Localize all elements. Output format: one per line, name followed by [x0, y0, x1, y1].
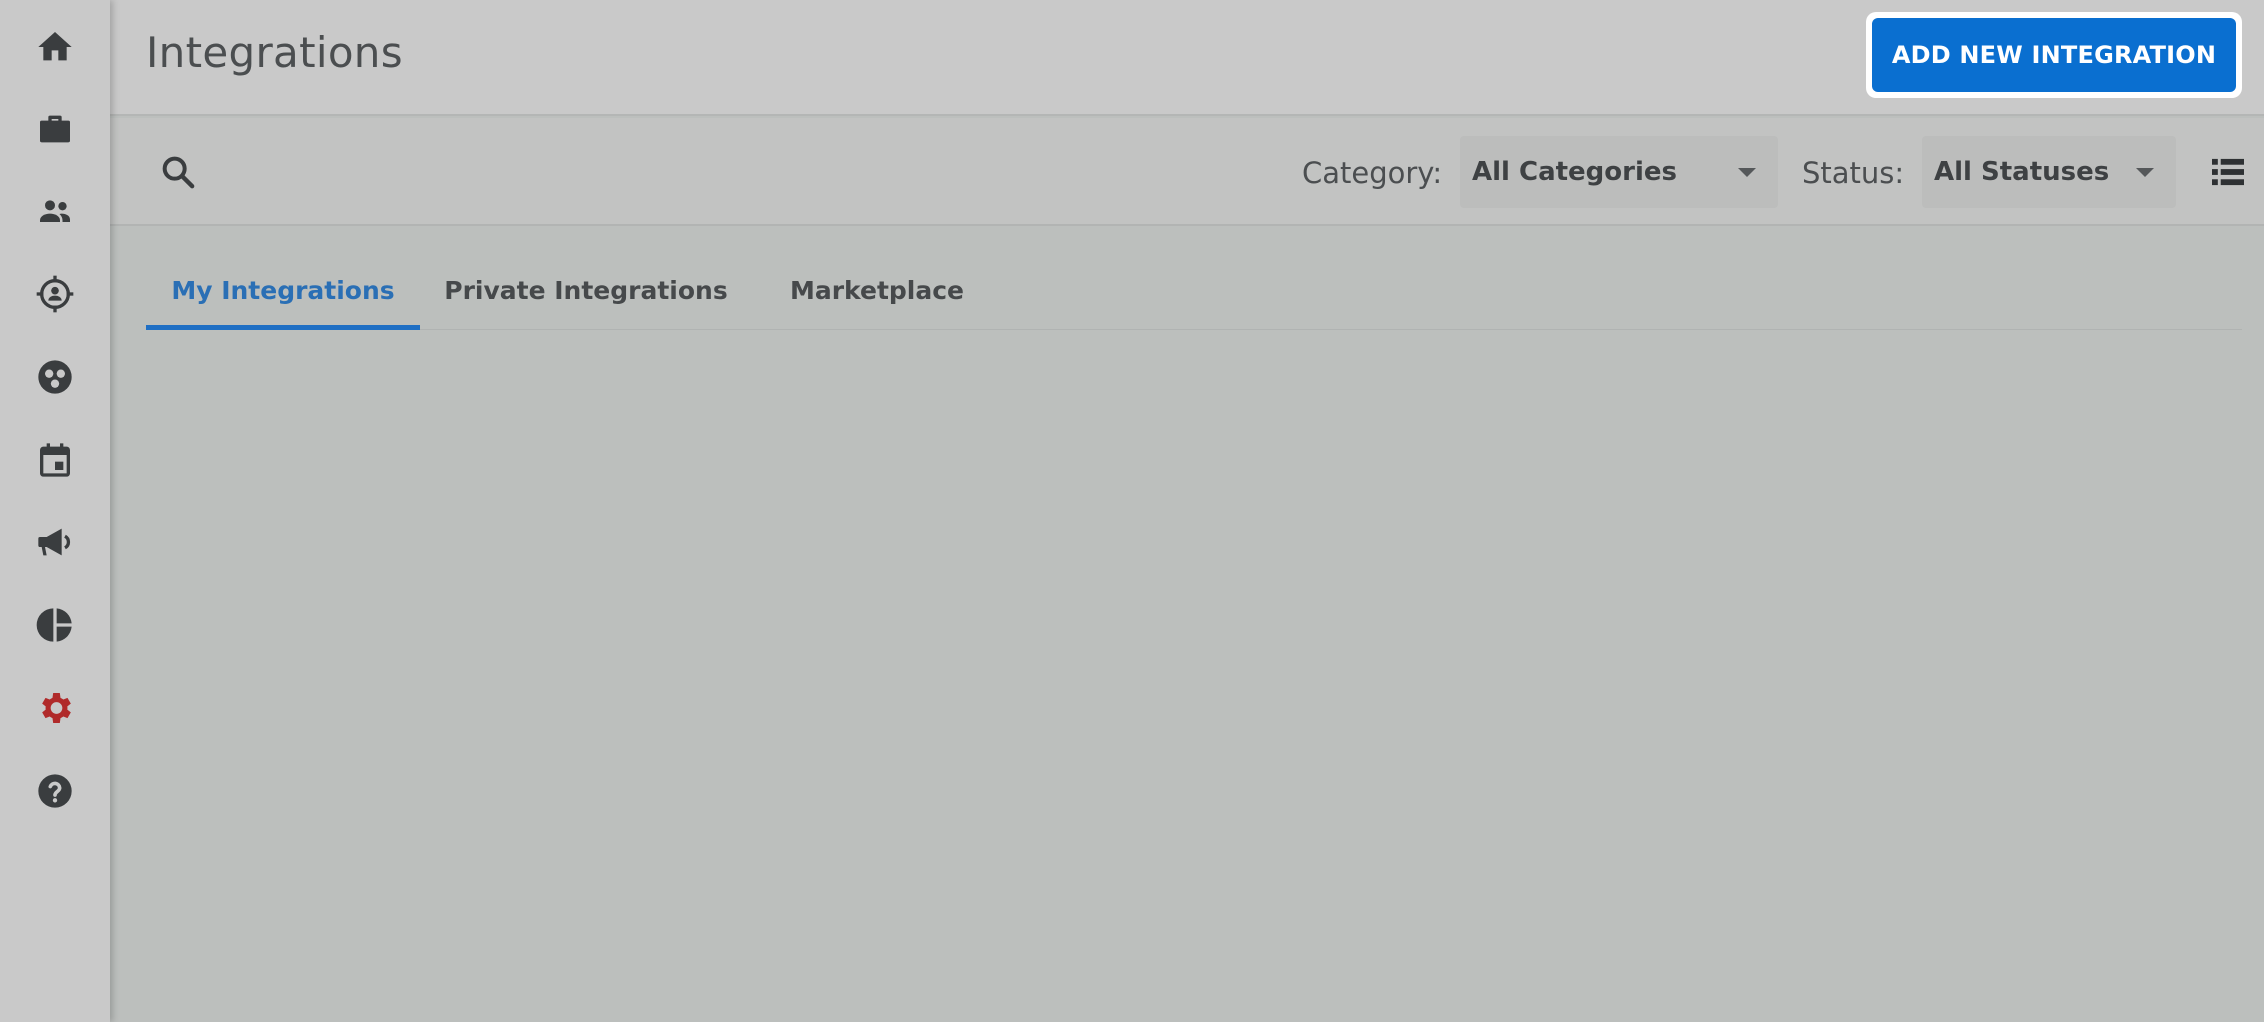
sidebar-item-sourcing[interactable] [0, 259, 110, 329]
help-icon [38, 774, 72, 808]
briefcase-icon [40, 115, 70, 143]
chevron-down-icon [1738, 168, 1756, 177]
sidebar-item-campaigns[interactable] [0, 507, 110, 577]
sidebar-item-home[interactable] [0, 12, 110, 82]
calendar-icon [40, 443, 70, 477]
category-select-value: All Categories [1472, 157, 1678, 187]
status-select[interactable]: All Statuses [1922, 136, 2176, 208]
tab-my-integrations[interactable]: My Integrations [146, 254, 420, 330]
status-select-value: All Statuses [1934, 157, 2110, 187]
integration-tabs: My Integrations Private Integrations Mar… [146, 254, 2242, 330]
add-new-integration-button[interactable]: ADD NEW INTEGRATION [1872, 18, 2236, 92]
status-filter-label: Status: [1802, 156, 1905, 190]
tab-marketplace[interactable]: Marketplace [768, 254, 986, 330]
sidebar-item-help[interactable] [0, 756, 110, 826]
megaphone-icon [38, 528, 71, 556]
chevron-down-icon [2136, 168, 2154, 177]
sidebar-item-talent-pools[interactable] [0, 342, 110, 412]
category-filter-label: Category: [1302, 156, 1443, 190]
sidebar-item-jobs[interactable] [0, 94, 110, 164]
app-root: Integrations ADD NEW INTEGRATION Categor… [0, 0, 2264, 1022]
target-icon [36, 275, 74, 313]
category-select[interactable]: All Categories [1460, 136, 1778, 208]
sidebar-item-settings[interactable] [0, 673, 110, 743]
gear-icon [42, 693, 71, 723]
search-icon[interactable] [158, 152, 198, 192]
sidebar-item-calendar[interactable] [0, 425, 110, 495]
pie-chart-icon [36, 608, 72, 642]
sidebar [0, 0, 110, 1022]
list-view-icon[interactable] [2210, 156, 2246, 188]
home-icon [38, 32, 72, 61]
page-header: Integrations ADD NEW INTEGRATION [110, 0, 2264, 116]
add-button-focus-ring: ADD NEW INTEGRATION [1866, 12, 2242, 98]
sidebar-item-reports[interactable] [0, 590, 110, 660]
people-icon [40, 200, 70, 222]
page-title: Integrations [146, 28, 403, 77]
integrations-content-area [110, 332, 2264, 1022]
circles-icon [38, 360, 72, 394]
sidebar-item-candidates[interactable] [0, 177, 110, 247]
filter-toolbar: Category: All Categories Status: All Sta… [110, 118, 2264, 226]
tab-private-integrations[interactable]: Private Integrations [442, 254, 730, 330]
